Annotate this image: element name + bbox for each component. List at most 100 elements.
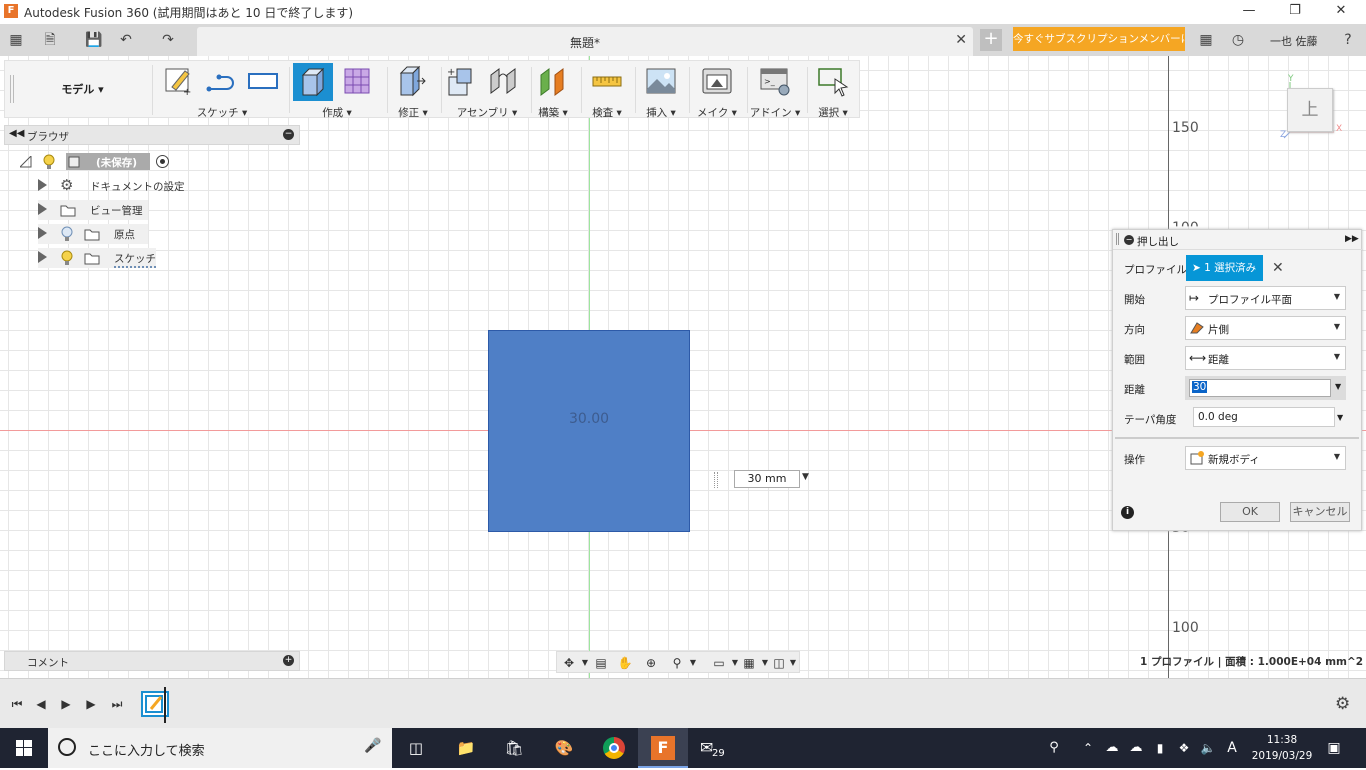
- offset-plane-icon[interactable]: [537, 65, 569, 97]
- collapse-dialog-icon[interactable]: −: [1124, 235, 1134, 245]
- insert-image-icon[interactable]: [645, 65, 677, 97]
- lightbulb-icon[interactable]: [60, 250, 74, 266]
- toolbar-group-select[interactable]: 選択 ▾: [809, 63, 857, 119]
- step-forward-icon[interactable]: ▶: [82, 695, 100, 713]
- mail-taskbar-button[interactable]: ✉ 29: [694, 728, 738, 768]
- viewcube[interactable]: 上: [1287, 88, 1333, 132]
- toolbar-group-addins[interactable]: >_ アドイン ▾: [749, 63, 801, 119]
- file-icon[interactable]: 🗎: [40, 30, 60, 50]
- toolbar-group-construct[interactable]: 構築 ▾: [533, 63, 573, 119]
- look-at-icon[interactable]: ▤: [593, 655, 609, 671]
- pan-hand-icon[interactable]: ✋: [617, 655, 633, 671]
- distance-input-box[interactable]: 30: [1189, 379, 1331, 397]
- toolbar-group-modify[interactable]: 修正 ▾: [389, 63, 437, 119]
- subscribe-button[interactable]: 今すぐサブスクリプションメンバーに...: [1013, 27, 1185, 51]
- chevron-down-icon[interactable]: ▼: [785, 655, 801, 671]
- system-clock[interactable]: 11:38 2019/03/29: [1250, 732, 1314, 764]
- ime-indicator[interactable]: A: [1212, 732, 1252, 764]
- user-name[interactable]: 一也 佐藤: [1270, 33, 1318, 49]
- minimize-icon[interactable]: —: [1226, 0, 1272, 24]
- lightbulb-icon[interactable]: [60, 226, 74, 242]
- orbit-icon[interactable]: ✥: [561, 655, 577, 671]
- start-button[interactable]: [0, 728, 48, 768]
- task-view-icon[interactable]: ◫: [396, 732, 436, 764]
- browser-item-named-views[interactable]: ビュー管理: [38, 200, 148, 220]
- rectangle-icon[interactable]: [247, 65, 279, 97]
- fit-icon[interactable]: ⚲: [669, 655, 685, 671]
- extent-select[interactable]: ⟷ 距離 ▼: [1185, 346, 1346, 370]
- plus-circle-icon[interactable]: +: [283, 655, 294, 666]
- grid-settings-icon[interactable]: ▦: [741, 655, 757, 671]
- comments-panel[interactable]: コメント +: [4, 651, 300, 671]
- new-component-icon[interactable]: +: [445, 65, 477, 97]
- start-select[interactable]: ↦ プロファイル平面 ▼: [1185, 286, 1346, 310]
- expand-triangle-icon[interactable]: [38, 179, 47, 191]
- collapse-browser-icon[interactable]: ◀◀: [9, 128, 24, 139]
- redo-icon[interactable]: ↷: [158, 30, 178, 50]
- timeline-marker[interactable]: [164, 687, 166, 723]
- direction-select[interactable]: 片側 ▼: [1185, 316, 1346, 340]
- chevron-down-icon[interactable]: ▼: [1337, 413, 1343, 422]
- expand-triangle-icon[interactable]: [38, 227, 47, 239]
- go-to-start-icon[interactable]: ⏮: [8, 695, 26, 713]
- close-tab-icon[interactable]: ✕: [955, 32, 967, 48]
- toolbar-group-make[interactable]: メイク ▾: [695, 63, 739, 119]
- 3d-print-icon[interactable]: [701, 65, 733, 97]
- clear-selection-icon[interactable]: ✕: [1272, 260, 1284, 276]
- toolbar-group-assemble[interactable]: + アセンブリ ▾: [445, 63, 529, 119]
- toolbar-group-insert[interactable]: 挿入 ▾: [641, 63, 681, 119]
- comments-icon[interactable]: ▦: [1196, 30, 1216, 50]
- extrude-icon[interactable]: [297, 65, 329, 97]
- document-tab[interactable]: 無題* ✕: [197, 27, 973, 56]
- restore-icon[interactable]: ❐: [1272, 0, 1318, 24]
- file-explorer-icon[interactable]: 📁: [446, 732, 486, 764]
- lightbulb-icon[interactable]: [42, 154, 56, 170]
- step-back-icon[interactable]: ◀: [32, 695, 50, 713]
- help-icon[interactable]: ?: [1338, 30, 1358, 50]
- drag-handle[interactable]: [714, 472, 718, 488]
- browser-root-item[interactable]: (未保存): [18, 152, 178, 172]
- expand-triangle-icon[interactable]: [38, 203, 47, 215]
- chevron-down-icon[interactable]: ▼: [1335, 382, 1341, 391]
- store-icon[interactable]: 🛍: [494, 732, 534, 764]
- distance-field[interactable]: 30 ▼: [1185, 376, 1346, 400]
- taskbar-search[interactable]: ここに入力して検索 🎤: [48, 728, 392, 768]
- browser-header[interactable]: ◀◀ ブラウザ −: [4, 125, 300, 145]
- chevron-down-icon[interactable]: ▼: [685, 655, 701, 671]
- paint-icon[interactable]: 🎨: [544, 732, 584, 764]
- scripts-addins-icon[interactable]: >_: [759, 65, 791, 97]
- radio-activate-icon[interactable]: [156, 155, 169, 168]
- browser-item-document-settings[interactable]: ⚙ ドキュメントの設定: [38, 176, 185, 196]
- save-icon[interactable]: 💾: [84, 30, 104, 50]
- distance-manipulator[interactable]: 30 mm ▼: [714, 470, 814, 490]
- display-settings-icon[interactable]: ▭: [711, 655, 727, 671]
- form-icon[interactable]: [341, 65, 373, 97]
- dialog-header[interactable]: − 押し出し ▶▶: [1113, 230, 1363, 250]
- toolbar-group-sketch[interactable]: + スケッチ ▾: [161, 63, 283, 119]
- profile-select-button[interactable]: ➤ 1 選択済み: [1186, 255, 1263, 281]
- measure-icon[interactable]: [591, 65, 623, 97]
- taper-angle-input[interactable]: 0.0 deg: [1193, 407, 1335, 427]
- zoom-icon[interactable]: ⊕: [643, 655, 659, 671]
- new-tab-button[interactable]: +: [980, 29, 1002, 51]
- cancel-button[interactable]: キャンセル: [1290, 502, 1350, 522]
- joint-icon[interactable]: [487, 65, 519, 97]
- distance-input[interactable]: 30 mm: [734, 470, 800, 488]
- line-icon[interactable]: [205, 65, 237, 97]
- notifications-icon[interactable]: ▣: [1314, 732, 1354, 764]
- info-icon[interactable]: i: [1121, 506, 1134, 519]
- job-status-icon[interactable]: ◷: [1228, 30, 1248, 50]
- close-icon[interactable]: ✕: [1318, 0, 1364, 24]
- browser-item-origin[interactable]: 原点: [38, 224, 148, 244]
- create-sketch-icon[interactable]: +: [163, 65, 195, 97]
- extrude-profile[interactable]: 30.00: [488, 330, 690, 532]
- operation-select[interactable]: 新規ボディ ▼: [1185, 446, 1346, 470]
- chevron-down-icon[interactable]: ▼: [802, 472, 809, 482]
- minus-circle-icon[interactable]: −: [283, 129, 294, 140]
- grid-menu-icon[interactable]: ▦: [6, 30, 26, 50]
- chrome-icon[interactable]: [594, 732, 634, 764]
- microphone-icon[interactable]: 🎤: [364, 738, 381, 754]
- play-icon[interactable]: ▶: [57, 695, 75, 713]
- chevron-down-icon[interactable]: ▼: [577, 655, 593, 671]
- expand-dialog-icon[interactable]: ▶▶: [1345, 234, 1359, 244]
